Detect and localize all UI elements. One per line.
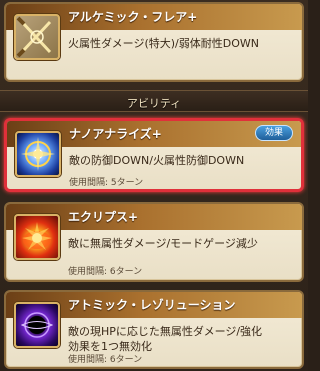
effect-badge[interactable]: 効果 (255, 125, 293, 141)
black-hole-icon (14, 302, 60, 348)
top-skill-card[interactable]: アルケミック・フレア+ 火属性ダメージ(特大)/弱体耐性DOWN (4, 2, 304, 82)
ability-desc: 敵の防御DOWN/火属性防御DOWN (69, 154, 245, 167)
ability-card-eclipse[interactable]: エクリプス+ 敵に無属性ダメージ/モードゲージ減少 使用間隔: 6ターン (4, 202, 304, 282)
ability-card-atomic-resolution[interactable]: アトミック・レゾリューション 敵の現HPに応じた無属性ダメージ/強化 効果を1つ… (4, 290, 304, 369)
ability-title: アトミック・レゾリューション (68, 298, 236, 312)
top-skill-title: アルケミック・フレア+ (68, 10, 198, 24)
ability-card-nano-analyze[interactable]: ナノアナライズ+ 効果 敵の防御DOWN/火属性防御DOWN 使用間隔: 5ター… (4, 118, 304, 192)
ability-title: エクリプス+ (68, 210, 139, 224)
ability-cooldown: 使用間隔: 6ターン (68, 267, 143, 277)
ability-title: ナノアナライズ+ (69, 127, 162, 141)
eclipse-explosion-icon (14, 214, 60, 260)
ability-desc-line-1: 敵の現HPに応じた無属性ダメージ/強化 (68, 325, 263, 338)
ability-panel: アルケミック・フレア+ 火属性ダメージ(特大)/弱体耐性DOWN アビリティ ナ… (0, 0, 308, 371)
ability-desc: 敵の現HPに応じた無属性ダメージ/強化 効果を1つ無効化 (68, 324, 294, 354)
analysis-burst-icon (15, 131, 61, 177)
ability-section-header: アビリティ (0, 90, 308, 112)
section-title: アビリティ (126, 97, 182, 110)
top-skill-desc: 火属性ダメージ(特大)/弱体耐性DOWN (68, 37, 259, 50)
crossed-swords-icon (14, 14, 60, 60)
ability-cooldown: 使用間隔: 5ターン (69, 178, 144, 188)
ability-cooldown: 使用間隔: 6ターン (68, 355, 143, 365)
ability-desc: 敵に無属性ダメージ/モードゲージ減少 (68, 237, 258, 250)
